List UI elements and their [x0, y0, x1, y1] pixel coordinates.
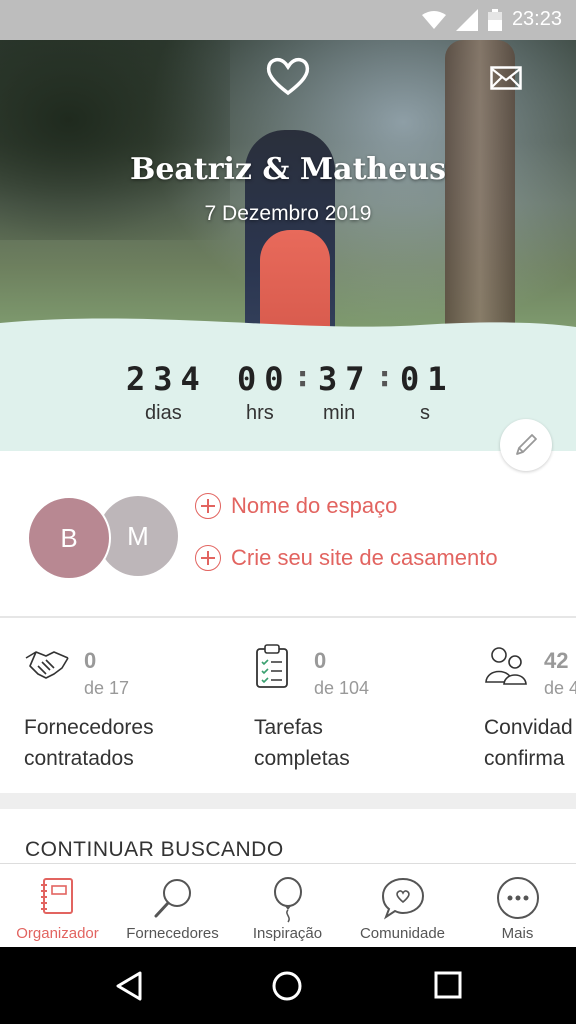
handshake-icon	[25, 651, 69, 679]
status-bar: 23:23	[0, 0, 576, 40]
stat-guests[interactable]: 42 de 4 Convidad confirma	[484, 640, 576, 780]
countdown-days: 234	[126, 360, 208, 398]
seconds-label: s	[420, 402, 430, 424]
nav-inspiration[interactable]: Inspiração	[230, 864, 345, 948]
recents-icon[interactable]	[432, 969, 464, 1001]
nav-label: Fornecedores	[126, 925, 219, 942]
nav-label: Inspiração	[252, 925, 323, 942]
couple-names: Beatriz & Matheus	[129, 152, 447, 187]
countdown: 234 00 : 37 : 01 dias hrs min s	[0, 360, 576, 440]
search-icon	[154, 879, 191, 918]
bottom-navigation: Organizador Fornecedores Inspiração Comu…	[0, 863, 576, 948]
edit-button[interactable]	[500, 419, 552, 471]
nav-label: Comunidade	[359, 925, 446, 942]
countdown-seconds: 01	[400, 360, 455, 398]
chat-heart-icon	[381, 877, 424, 920]
minutes-label: min	[323, 402, 356, 424]
guests-icon	[485, 647, 527, 685]
battery-icon	[487, 8, 502, 31]
signal-icon	[455, 8, 478, 31]
countdown-separator: :	[379, 360, 391, 393]
create-site-label: Crie seu site de casamento	[231, 545, 498, 570]
stat-total: de 17	[84, 678, 130, 698]
notebook-icon	[40, 878, 73, 914]
countdown-minutes: 37	[318, 360, 373, 398]
wifi-icon	[421, 10, 446, 29]
section-separator	[0, 793, 576, 809]
avatar-initial: B	[60, 522, 78, 553]
stat-label: Fornecedores contratados	[24, 712, 154, 774]
balloon-icon	[273, 877, 302, 923]
home-icon[interactable]	[270, 969, 304, 1003]
hours-label: hrs	[246, 402, 274, 424]
system-navigation-bar	[0, 947, 576, 1024]
stat-label-line: completas	[254, 747, 350, 770]
pencil-icon	[516, 434, 537, 455]
countdown-separator: :	[297, 360, 309, 393]
add-venue-label: Nome do espaço	[231, 493, 398, 518]
countdown-hours: 00	[237, 360, 292, 398]
partner-avatar-b[interactable]: B	[27, 496, 111, 580]
stat-count: 0	[84, 648, 97, 673]
days-label: dias	[145, 402, 182, 424]
heart-logo-icon	[266, 57, 310, 96]
plus-circle-icon	[195, 493, 221, 519]
divider	[0, 616, 576, 618]
more-icon	[496, 877, 539, 919]
mail-icon[interactable]	[490, 66, 522, 90]
stat-total: de 4	[544, 678, 576, 698]
add-venue-link[interactable]: Nome do espaço	[195, 493, 397, 519]
nav-organizer[interactable]: Organizador	[0, 864, 115, 948]
stat-label-line: Fornecedores	[24, 716, 154, 739]
nav-more[interactable]: Mais	[460, 864, 575, 948]
clipboard-icon	[256, 644, 288, 688]
continue-searching-title: CONTINUAR BUSCANDO	[25, 838, 284, 861]
create-site-link[interactable]: Crie seu site de casamento	[195, 545, 498, 571]
nav-community[interactable]: Comunidade	[345, 864, 460, 948]
plus-circle-icon	[195, 545, 221, 571]
nav-label: Organizador	[16, 925, 99, 942]
wedding-date: 7 Dezembro 2019	[204, 202, 372, 225]
stat-count: 0	[314, 648, 327, 673]
back-icon[interactable]	[112, 969, 146, 1003]
status-time: 23:23	[511, 8, 562, 30]
nav-vendors[interactable]: Fornecedores	[115, 864, 230, 948]
stat-label-line: Tarefas	[254, 716, 323, 739]
nav-label: Mais	[501, 925, 534, 942]
stat-label-line: contratados	[24, 747, 134, 770]
stat-total: de 104	[314, 678, 370, 698]
stat-label-line: Convidad	[484, 716, 573, 739]
avatar-initial: M	[127, 520, 149, 551]
stat-count: 42	[544, 648, 569, 673]
stat-label: Tarefas completas	[254, 712, 350, 774]
stat-label: Convidad confirma	[484, 712, 573, 774]
stat-label-line: confirma	[484, 747, 565, 770]
